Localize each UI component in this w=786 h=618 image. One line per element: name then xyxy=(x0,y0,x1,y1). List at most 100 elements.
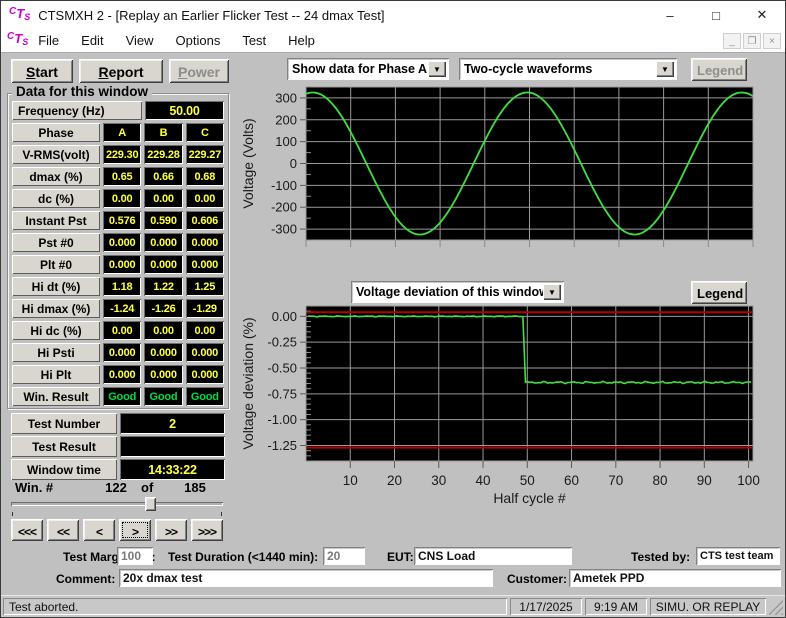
phase-select-dropdown[interactable]: Show data for Phase A ▼ xyxy=(287,58,449,80)
row-value: 0.000 xyxy=(144,365,182,384)
row-value: 0.00 xyxy=(103,321,141,340)
close-button[interactable]: ✕ xyxy=(739,1,785,29)
app-window: CTS CTSMXH 2 - [Replay an Earlier Flicke… xyxy=(0,0,786,618)
tested-by-input[interactable] xyxy=(696,547,780,565)
row-label: Phase xyxy=(12,123,100,142)
window-title: CTSMXH 2 - [Replay an Earlier Flicker Te… xyxy=(38,8,384,23)
minimize-button[interactable]: – xyxy=(647,1,693,29)
row-label: dmax (%) xyxy=(12,167,100,186)
resize-grip-icon[interactable] xyxy=(769,598,783,615)
row-label: Pst #0 xyxy=(12,233,100,252)
table-row: dmax (%)0.650.660.68 xyxy=(12,167,224,186)
top-chart-type-dropdown[interactable]: Two-cycle waveforms ▼ xyxy=(459,58,677,80)
row-value: 229.28 xyxy=(144,145,182,164)
bottom-chart-type-dropdown[interactable]: Voltage deviation of this window ▼ xyxy=(351,281,564,303)
row-value: Good xyxy=(103,387,141,406)
nav-button-next-fast[interactable]: >> xyxy=(155,519,187,541)
summary-value: 2 xyxy=(120,413,225,434)
menu-item-test[interactable]: Test xyxy=(242,33,266,48)
customer-input[interactable] xyxy=(569,569,781,587)
power-button[interactable]: Power xyxy=(169,59,229,83)
menu-item-edit[interactable]: Edit xyxy=(81,33,103,48)
table-row: Pst #00.0000.0000.000 xyxy=(12,233,224,252)
svg-text:300: 300 xyxy=(275,90,297,105)
row-value: 50.00 xyxy=(145,101,224,120)
test-duration-input[interactable] xyxy=(323,547,365,565)
slider-thumb[interactable] xyxy=(145,497,156,511)
maximize-button[interactable]: □ xyxy=(693,1,739,29)
mdi-restore-button[interactable]: ❐ xyxy=(743,33,761,49)
summary-row: Test Result xyxy=(11,436,225,457)
chevron-down-icon[interactable]: ▼ xyxy=(543,284,561,300)
svg-text:Voltage (Volts): Voltage (Volts) xyxy=(240,118,256,208)
chevron-down-icon[interactable]: ▼ xyxy=(428,61,446,77)
row-value: 0.000 xyxy=(144,233,182,252)
svg-text:0.00: 0.00 xyxy=(272,309,297,324)
svg-text:0: 0 xyxy=(290,156,297,171)
menu-bar: CTS FileEditViewOptionsTestHelp _❐× xyxy=(1,29,785,53)
summary-row: Test Number2 xyxy=(11,413,225,434)
eut-input[interactable] xyxy=(414,547,572,565)
window-position-slider[interactable] xyxy=(11,497,223,515)
row-value: 1.18 xyxy=(103,277,141,296)
svg-text:-0.50: -0.50 xyxy=(267,361,297,376)
nav-button-prev[interactable]: < xyxy=(83,519,115,541)
tested-by-label: Tested by: xyxy=(631,550,690,564)
legend-bottom-button[interactable]: Legend xyxy=(691,281,747,304)
start-button[interactable]: Start xyxy=(11,59,73,83)
row-value: -1.29 xyxy=(186,299,224,318)
row-value: 0.00 xyxy=(186,189,224,208)
row-value: Good xyxy=(144,387,182,406)
table-row: Plt #00.0000.0000.000 xyxy=(12,255,224,274)
svg-text:80: 80 xyxy=(653,473,668,488)
legend-top-button[interactable]: Legend xyxy=(691,58,747,81)
row-value: 0.000 xyxy=(144,343,182,362)
row-value: 0.00 xyxy=(144,321,182,340)
menu-item-file[interactable]: File xyxy=(38,33,59,48)
mdi-close-button[interactable]: × xyxy=(763,33,781,49)
row-value: -1.26 xyxy=(144,299,182,318)
report-button[interactable]: Report xyxy=(79,59,163,83)
app-logo-icon: CTS xyxy=(9,7,30,24)
status-mode: SIMU. OR REPLAY xyxy=(650,598,766,615)
row-value: 0.65 xyxy=(103,167,141,186)
comment-label: Comment: xyxy=(56,572,115,586)
nav-button-last[interactable]: >>> xyxy=(191,519,223,541)
nav-button-first[interactable]: <<< xyxy=(11,519,43,541)
nav-button-next[interactable]: > xyxy=(119,519,151,541)
row-label: Hi Plt xyxy=(12,365,100,384)
test-duration-label: Test Duration (<1440 min): xyxy=(168,550,318,564)
table-row: PhaseABC xyxy=(12,123,224,142)
row-label: Hi dmax (%) xyxy=(12,299,100,318)
row-value: A xyxy=(103,123,141,142)
nav-button-prev-fast[interactable]: << xyxy=(47,519,79,541)
mdi-minimize-button[interactable]: _ xyxy=(723,33,741,49)
svg-text:10: 10 xyxy=(343,473,358,488)
summary-value: 14:33:22 xyxy=(120,459,225,480)
chevron-down-icon[interactable]: ▼ xyxy=(656,61,674,77)
svg-text:-1.25: -1.25 xyxy=(267,438,297,453)
win-counter-label: Win. # xyxy=(15,480,53,495)
table-row: Instant Pst0.5760.5900.606 xyxy=(12,211,224,230)
summary-label: Test Result xyxy=(11,436,117,457)
svg-text:100: 100 xyxy=(737,473,760,488)
comment-input[interactable] xyxy=(119,569,493,587)
row-value: 229.30 xyxy=(103,145,141,164)
svg-text:-0.25: -0.25 xyxy=(267,335,297,350)
row-value: 229.27 xyxy=(186,145,224,164)
row-label: Hi Psti xyxy=(12,343,100,362)
status-bar: Test aborted. 1/17/2025 9:19 AM SIMU. OR… xyxy=(1,595,785,617)
menu-item-help[interactable]: Help xyxy=(288,33,315,48)
row-label: dc (%) xyxy=(12,189,100,208)
row-label: Frequency (Hz) xyxy=(12,101,142,120)
table-row: Win. ResultGoodGoodGood xyxy=(12,387,224,406)
menu-item-view[interactable]: View xyxy=(126,33,154,48)
table-row: Hi dmax (%)-1.24-1.26-1.29 xyxy=(12,299,224,318)
row-value: 0.00 xyxy=(103,189,141,208)
row-value: 0.000 xyxy=(186,255,224,274)
test-margin-input[interactable] xyxy=(117,547,153,565)
row-value: 0.00 xyxy=(144,189,182,208)
menu-item-options[interactable]: Options xyxy=(176,33,221,48)
slider-tick xyxy=(221,512,222,516)
slider-groove[interactable] xyxy=(11,502,223,506)
